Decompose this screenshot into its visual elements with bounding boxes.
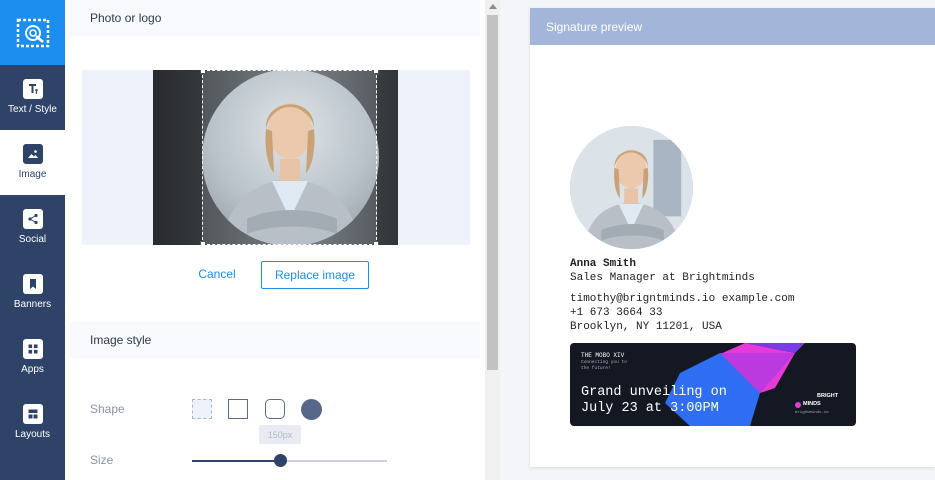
- scrollbar-thumb[interactable]: [487, 15, 498, 370]
- shape-option-square[interactable]: [228, 399, 248, 419]
- size-slider-thumb[interactable]: [273, 454, 287, 467]
- signature-email: timothy@brigntminds.io example.com: [570, 293, 795, 305]
- size-tooltip: 150px: [259, 425, 301, 444]
- sidebar-item-image[interactable]: Image: [0, 130, 65, 195]
- signature-logo-icon: [16, 18, 49, 47]
- editor-panel: Photo or logo Cancel Replace image Image…: [65, 0, 485, 480]
- signature-phone: +1 673 3664 33: [570, 307, 663, 319]
- image-style-title: Image style: [70, 322, 480, 358]
- signature-banner[interactable]: THE MOBO XIV Connecting you to the futur…: [570, 343, 856, 426]
- layouts-icon: [22, 404, 43, 424]
- apps-grid-icon: [22, 339, 43, 359]
- banner-headline: Grand unveiling on July 23 at 3:00PM: [581, 385, 727, 417]
- app-root: Text / Style Image Social Banners Apps L…: [0, 0, 935, 480]
- signature-preview-panel: Signature preview Anna Smith Sales Manag…: [530, 8, 935, 467]
- crop-handle[interactable]: [373, 70, 379, 74]
- sidebar-item-apps[interactable]: Apps: [0, 325, 65, 390]
- cancel-button[interactable]: Cancel: [195, 263, 239, 285]
- banner-brand-line1: BRIGHT: [817, 393, 839, 399]
- sidebar-item-text-style[interactable]: Text / Style: [0, 65, 65, 130]
- banner-brand-line2: MINDS: [803, 401, 821, 407]
- photo-dim-overlay-right: [377, 70, 398, 245]
- crop-selection-box[interactable]: [200, 70, 379, 245]
- shape-option-circle[interactable]: [301, 399, 322, 420]
- sidebar: Text / Style Image Social Banners Apps L…: [0, 0, 65, 480]
- sidebar-item-social[interactable]: Social: [0, 195, 65, 260]
- sidebar-item-label: Text / Style: [8, 104, 57, 115]
- banner-event-tag: THE MOBO XIV: [581, 352, 625, 359]
- image-crop-area[interactable]: [82, 70, 470, 245]
- banner-brand-url: brightminds.io: [795, 411, 829, 415]
- crop-handle[interactable]: [373, 241, 379, 245]
- size-slider[interactable]: [192, 454, 387, 467]
- signature-preview-header: Signature preview: [530, 8, 935, 45]
- bookmark-icon: [22, 274, 43, 294]
- shape-label: Shape: [90, 402, 125, 416]
- signature-address: Brooklyn, NY 11201, USA: [570, 321, 722, 333]
- sidebar-item-label: Layouts: [14, 429, 51, 440]
- banner-event-sub2: the future!: [581, 366, 611, 371]
- size-label: Size: [90, 453, 114, 467]
- scroll-up-icon[interactable]: [489, 4, 497, 9]
- uploaded-photo: [153, 70, 398, 245]
- size-slider-fill: [192, 460, 280, 462]
- app-logo[interactable]: [0, 0, 65, 65]
- sidebar-item-banners[interactable]: Banners: [0, 260, 65, 325]
- banner-brand-dot-icon: [795, 402, 801, 408]
- image-icon: [22, 144, 43, 164]
- signature-name: Anna Smith: [570, 258, 637, 270]
- signature-photo: [570, 126, 693, 249]
- sidebar-item-label: Apps: [21, 364, 44, 375]
- shape-option-none[interactable]: [192, 399, 212, 419]
- shape-option-rounded[interactable]: [265, 399, 285, 419]
- editor-scrollbar[interactable]: [485, 0, 500, 480]
- text-style-icon: [22, 79, 43, 99]
- banner-event-sub1: Connecting you to: [581, 360, 627, 365]
- signature-portrait-illustration: [570, 126, 693, 249]
- signature-title: Sales Manager at Brightminds: [570, 272, 755, 284]
- photo-section-title: Photo or logo: [70, 0, 480, 36]
- photo-dim-overlay-left: [153, 70, 202, 245]
- sidebar-item-layouts[interactable]: Layouts: [0, 390, 65, 455]
- sidebar-item-label: Social: [18, 234, 47, 245]
- sidebar-item-label: Image: [18, 169, 47, 180]
- banner-headline-line1: Grand unveiling on: [581, 385, 727, 400]
- share-icon: [22, 209, 43, 229]
- replace-image-button[interactable]: Replace image: [261, 261, 369, 289]
- crop-handle[interactable]: [200, 241, 206, 245]
- sidebar-item-label: Banners: [13, 299, 52, 310]
- banner-headline-line2: July 23 at 3:00PM: [581, 401, 719, 416]
- crop-handle[interactable]: [200, 70, 206, 74]
